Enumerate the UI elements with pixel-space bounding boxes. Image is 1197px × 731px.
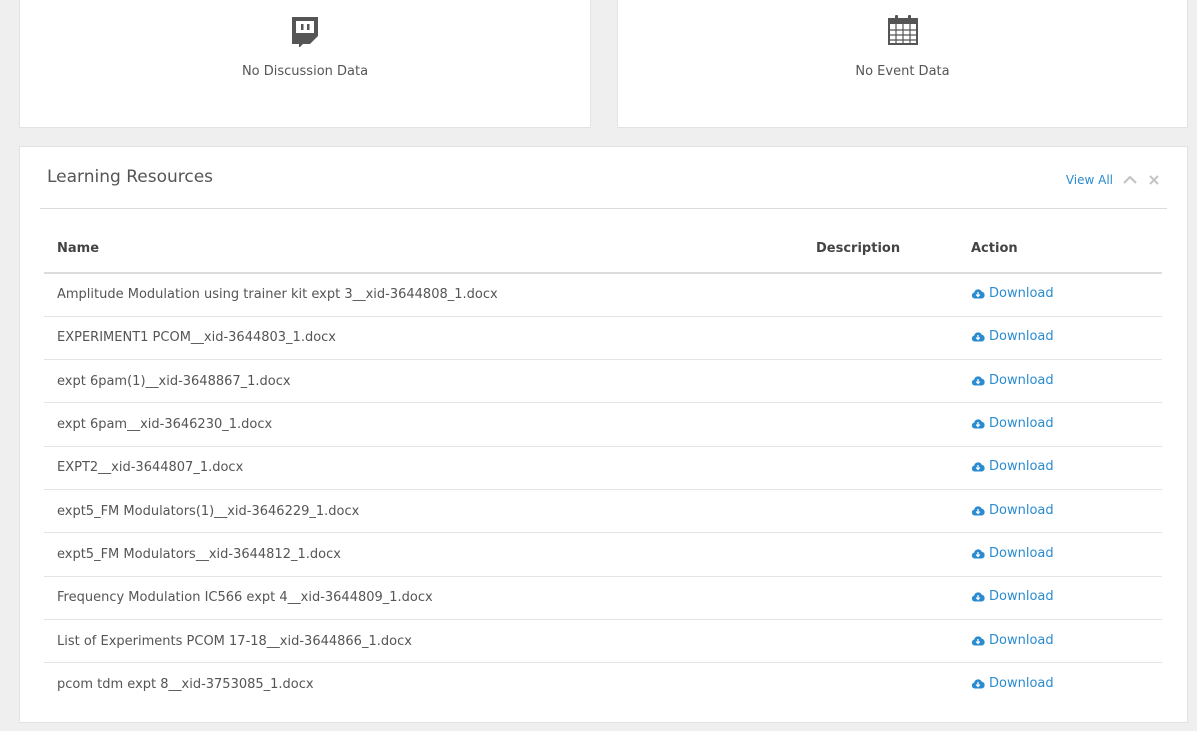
cloud-download-icon [971,331,985,342]
download-label: Download [989,676,1054,692]
resource-action-cell: Download [958,316,1162,361]
table-row: pcom tdm expt 8__xid-3753085_1.docx Downl… [44,663,1162,706]
resource-description-cell [803,316,958,361]
table-header-row: Name Description Action [44,225,1162,274]
resource-description-cell [803,532,958,577]
panel-title: Learning Resources [47,167,214,187]
cloud-download-icon [971,591,985,602]
resource-action-cell: Download [958,576,1162,620]
download-label: Download [989,416,1054,432]
resource-name-cell: Amplitude Modulation using trainer kit e… [44,273,803,317]
column-header-name[interactable]: Name [44,225,803,274]
resource-action-cell: Download [958,359,1162,404]
cloud-download-icon [971,505,985,516]
resource-description-cell [803,663,958,706]
panel-tools: View All [1066,173,1161,187]
table-row: Amplitude Modulation using trainer kit e… [44,273,1162,317]
table-row: EXPERIMENT1 PCOM__xid-3644803_1.docx Down… [44,316,1162,361]
table-row: List of Experiments PCOM 17-18__xid-3644… [44,619,1162,664]
panel-header: Learning Resources View All [40,147,1167,209]
resource-action-cell: Download [958,663,1162,706]
resource-description-cell [803,402,958,447]
resource-description-cell [803,446,958,490]
cloud-download-icon [971,418,985,429]
download-link[interactable]: Download [971,546,1054,561]
download-link[interactable]: Download [971,286,1054,301]
events-widget: No Event Data [617,0,1188,128]
resource-name-cell: expt 6pam(1)__xid-3648867_1.docx [44,359,803,404]
table-row: Frequency Modulation IC566 expt 4__xid-3… [44,576,1162,620]
resource-name-cell: Frequency Modulation IC566 expt 4__xid-3… [44,576,803,620]
resource-name-cell: pcom tdm expt 8__xid-3753085_1.docx [57,677,314,693]
resources-table: Name Description Action Amplitude Modula… [44,225,1162,706]
table-row: expt5_FM Modulators(1)__xid-3646229_1.do… [44,489,1162,534]
resource-description-cell [803,359,958,404]
download-label: Download [989,589,1054,605]
download-label: Download [989,329,1054,345]
download-label: Download [989,632,1054,648]
resource-name-cell: expt5_FM Modulators(1)__xid-3646229_1.do… [44,489,803,534]
resource-description-cell [803,576,958,620]
resource-action-cell: Download [958,446,1162,490]
resource-name-cell: expt5_FM Modulators__xid-3644812_1.docx [44,532,803,577]
cloud-download-icon [971,635,985,646]
table-row: EXPT2__xid-3644807_1.docx Download [44,446,1162,490]
resource-action-cell: Download [958,532,1162,577]
discussion-widget: No Discussion Data [19,0,591,128]
download-link[interactable]: Download [971,459,1054,474]
download-link[interactable]: Download [971,503,1054,518]
resource-action-cell: Download [958,489,1162,534]
table-row: expt 6pam__xid-3646230_1.docx Download [44,402,1162,447]
view-all-link[interactable]: View All [1066,173,1113,187]
download-link[interactable]: Download [971,633,1054,648]
cloud-download-icon [971,288,985,299]
download-label: Download [989,545,1054,561]
download-label: Download [989,372,1054,388]
download-link[interactable]: Download [971,373,1054,388]
table-row: expt 6pam(1)__xid-3648867_1.docx Download [44,359,1162,404]
resource-action-cell: Download [958,619,1162,664]
resource-description-cell [803,489,958,534]
cloud-download-icon [971,375,985,386]
column-header-description[interactable]: Description [803,225,958,274]
resource-action-cell: Download [958,402,1162,447]
download-link[interactable]: Download [971,589,1054,604]
download-label: Download [989,459,1054,475]
cloud-download-icon [971,678,985,689]
column-header-action: Action [958,225,1162,274]
chat-bubble-icon [288,13,322,48]
resource-name-cell: List of Experiments PCOM 17-18__xid-3644… [44,619,803,664]
resource-name-cell: expt 6pam__xid-3646230_1.docx [44,402,803,447]
calendar-icon [886,13,920,47]
resource-name-cell: EXPERIMENT1 PCOM__xid-3644803_1.docx [44,316,803,361]
discussion-empty-text: No Discussion Data [241,64,369,79]
resource-name-cell: EXPT2__xid-3644807_1.docx [44,446,803,490]
resource-description-cell [803,273,958,317]
learning-resources-panel: Learning Resources View All Name Descrip… [19,146,1188,723]
resource-description-cell [803,619,958,664]
resources-table-body: Amplitude Modulation using trainer kit e… [44,273,1162,706]
dashboard-page: No Discussion Data No Event Data Learnin… [0,0,1197,731]
resource-action-cell: Download [958,273,1162,317]
download-link[interactable]: Download [971,676,1054,691]
download-label: Download [989,286,1054,302]
download-link[interactable]: Download [971,329,1054,344]
events-empty-text: No Event Data [855,64,950,79]
collapse-chevron-up-icon[interactable] [1123,174,1137,186]
table-row: expt5_FM Modulators__xid-3644812_1.docx D… [44,532,1162,577]
cloud-download-icon [971,548,985,559]
download-label: Download [989,502,1054,518]
cloud-download-icon [971,461,985,472]
close-icon[interactable] [1147,174,1161,186]
download-link[interactable]: Download [971,416,1054,431]
